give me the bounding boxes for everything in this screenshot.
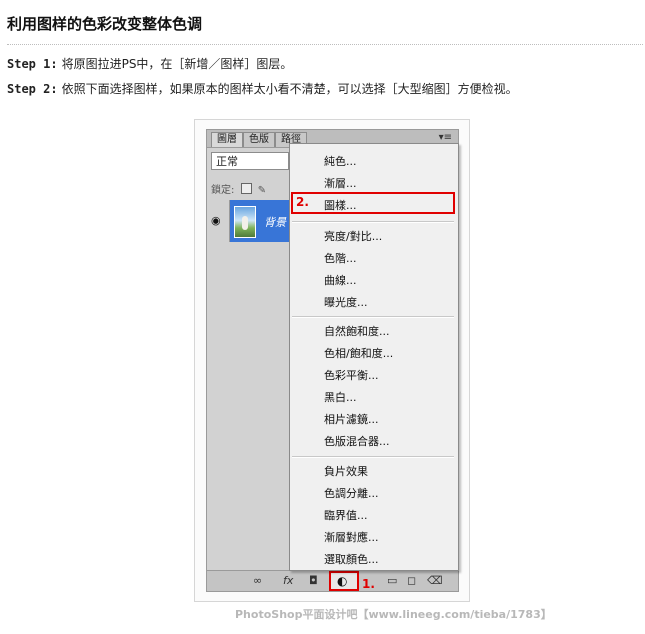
menu-item-levels[interactable]: 色階...	[324, 250, 357, 266]
visibility-toggle[interactable]: ◉	[207, 200, 230, 242]
title-divider	[7, 44, 643, 45]
menu-item-color-balance[interactable]: 色彩平衡...	[324, 367, 379, 383]
eye-icon: ◉	[211, 214, 221, 227]
lock-row: 鎖定: ✎	[211, 181, 266, 196]
layer-thumbnail	[234, 206, 256, 238]
menu-item-solid-color[interactable]: 純色...	[324, 153, 357, 169]
lock-transparency-icon[interactable]	[240, 183, 252, 194]
annotation-1: 1.	[362, 577, 375, 591]
menu-item-gradient[interactable]: 漸層...	[324, 175, 357, 191]
menu-separator	[292, 316, 454, 318]
add-mask-icon[interactable]: ◘	[309, 574, 318, 587]
menu-item-channel-mixer[interactable]: 色版混合器...	[324, 433, 390, 449]
tab-layers[interactable]: 圖層	[211, 132, 243, 147]
step-2: Step 2: 依照下面选择图样，如果原本的图样太小看不清楚，可以选择［大型缩图］…	[7, 80, 518, 97]
panel-bottom-bar: ∞ fx ◘ ◐ 1. ▭ ◻ ⌫	[207, 570, 458, 591]
tab-channels[interactable]: 色版	[243, 132, 275, 147]
menu-item-posterize[interactable]: 色調分離...	[324, 485, 379, 501]
step-2-label: Step 2:	[7, 82, 58, 96]
adjustment-menu: 純色... 漸層... 2. 圖樣... 亮度/對比... 色階... 曲線..…	[289, 143, 459, 571]
menu-item-threshold[interactable]: 臨界值...	[324, 507, 368, 523]
trash-icon[interactable]: ⌫	[427, 574, 443, 587]
new-group-icon[interactable]: ▭	[387, 574, 397, 587]
panel-menu-icon[interactable]: ▾≡	[439, 132, 452, 143]
watermark: PhotoShop平面设计吧【www.lineeg.com/tieba/1783…	[235, 608, 552, 621]
menu-item-exposure[interactable]: 曝光度...	[324, 294, 368, 310]
link-layers-icon[interactable]: ∞	[253, 574, 262, 587]
menu-separator	[292, 456, 454, 458]
blend-mode-select[interactable]: 正常	[211, 152, 289, 170]
new-layer-icon[interactable]: ◻	[407, 574, 416, 587]
menu-item-vibrance[interactable]: 自然飽和度...	[324, 323, 390, 339]
page-title: 利用图样的色彩改变整体色调	[7, 15, 203, 33]
menu-item-selective-color[interactable]: 選取顏色...	[324, 551, 379, 567]
new-adjustment-layer-button[interactable]: ◐	[329, 571, 359, 591]
layer-name: 背景	[264, 216, 286, 229]
menu-separator	[292, 221, 454, 223]
menu-item-pattern[interactable]: 圖樣...	[324, 197, 357, 213]
fx-icon[interactable]: fx	[283, 574, 293, 587]
step-1-text: 将原图拉进PS中，在［新增／图样］图层。	[61, 57, 293, 71]
menu-item-hue-saturation[interactable]: 色相/飽和度...	[324, 345, 393, 361]
step-1: Step 1: 将原图拉进PS中，在［新增／图样］图层。	[7, 55, 292, 72]
menu-item-invert[interactable]: 負片效果	[324, 463, 368, 479]
menu-item-gradient-map[interactable]: 漸層對應...	[324, 529, 379, 545]
adjustment-icon: ◐	[337, 574, 348, 588]
step-1-label: Step 1:	[7, 57, 58, 71]
menu-item-black-white[interactable]: 黑白...	[324, 389, 357, 405]
step-2-text: 依照下面选择图样，如果原本的图样太小看不清楚，可以选择［大型缩图］方便检视。	[61, 82, 518, 96]
lock-label: 鎖定:	[211, 185, 235, 196]
menu-item-photo-filter[interactable]: 相片濾鏡...	[324, 411, 379, 427]
menu-item-brightness-contrast[interactable]: 亮度/對比...	[324, 228, 382, 244]
lock-brush-icon[interactable]: ✎	[258, 185, 266, 196]
annotation-2: 2.	[296, 195, 309, 209]
menu-item-curves[interactable]: 曲線...	[324, 272, 357, 288]
pattern-highlight	[291, 192, 455, 214]
